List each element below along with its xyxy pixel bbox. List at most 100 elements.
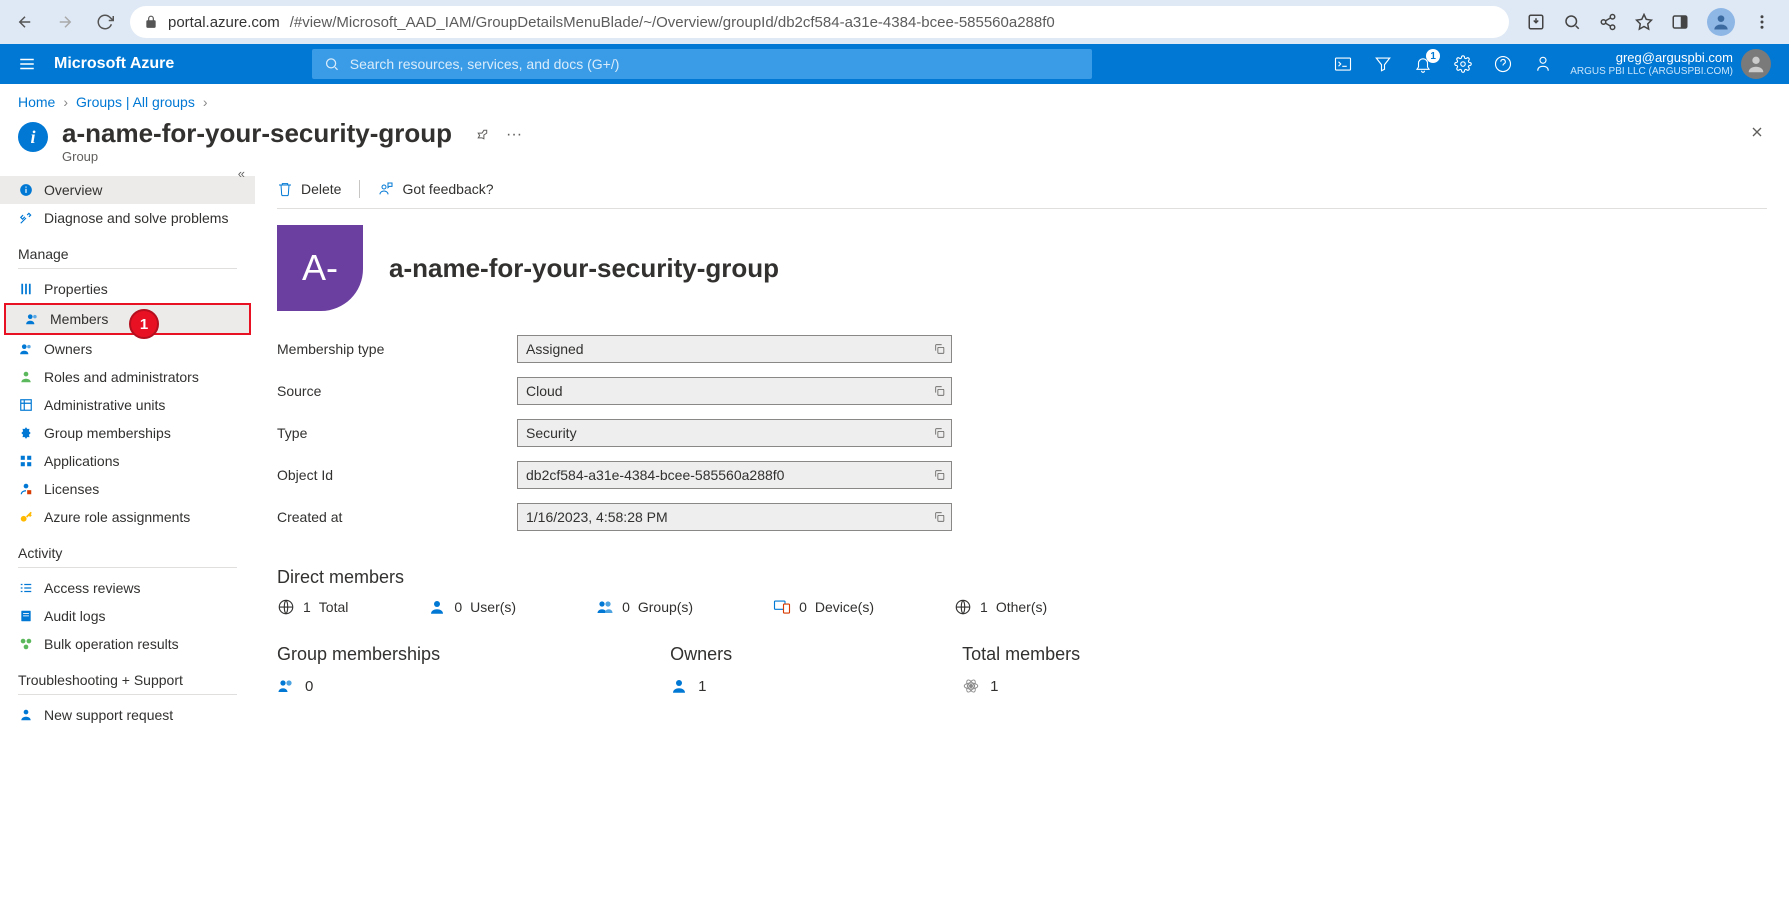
col-value-row[interactable]: 1 bbox=[670, 677, 732, 695]
col-value: 1 bbox=[698, 678, 706, 695]
stat-users[interactable]: 0 User(s) bbox=[428, 598, 516, 616]
breadcrumb-groups[interactable]: Groups | All groups bbox=[76, 94, 195, 110]
notification-badge: 1 bbox=[1426, 49, 1440, 63]
stat-count: 0 bbox=[622, 599, 630, 615]
sidebar-item-members[interactable]: Members bbox=[6, 305, 249, 333]
feedback-label: Got feedback? bbox=[402, 181, 493, 197]
close-blade-button[interactable] bbox=[1749, 124, 1765, 140]
azure-search[interactable] bbox=[312, 49, 1092, 79]
stat-devices[interactable]: 0 Device(s) bbox=[773, 598, 874, 616]
col-value: 0 bbox=[305, 678, 313, 695]
azure-account[interactable]: greg@arguspbi.com ARGUS PBI LLC (ARGUSPB… bbox=[1570, 49, 1771, 79]
copy-icon[interactable] bbox=[933, 343, 946, 356]
owners-icon bbox=[18, 342, 34, 356]
stat-count: 0 bbox=[454, 599, 462, 615]
col-value-row[interactable]: 0 bbox=[277, 677, 440, 695]
more-icon[interactable]: ··· bbox=[506, 126, 522, 144]
stat-label: Other(s) bbox=[996, 599, 1047, 615]
chevron-right-icon: › bbox=[203, 94, 208, 110]
breadcrumb-home[interactable]: Home bbox=[18, 94, 55, 110]
collapse-sidebar-icon[interactable]: « bbox=[238, 166, 245, 181]
zoom-icon[interactable] bbox=[1563, 13, 1581, 31]
lock-icon bbox=[144, 15, 158, 29]
filter-icon[interactable] bbox=[1374, 55, 1392, 73]
callout-badge: 1 bbox=[129, 309, 159, 339]
browser-back-button[interactable] bbox=[10, 7, 40, 37]
person-feedback-icon bbox=[378, 181, 394, 197]
sidebar-label: Overview bbox=[44, 182, 102, 198]
sidebar-item-access-reviews[interactable]: Access reviews bbox=[0, 574, 255, 602]
browser-profile-avatar[interactable] bbox=[1707, 8, 1735, 36]
sidebar-item-properties[interactable]: Properties bbox=[0, 275, 255, 303]
sidebar-item-azure-role[interactable]: Azure role assignments bbox=[0, 503, 255, 531]
col-value-row[interactable]: 1 bbox=[962, 677, 1080, 695]
panel-icon[interactable] bbox=[1671, 13, 1689, 31]
kebab-icon[interactable] bbox=[1753, 13, 1771, 31]
install-icon[interactable] bbox=[1527, 13, 1545, 31]
stat-groups[interactable]: 0 Group(s) bbox=[596, 598, 693, 616]
copy-icon[interactable] bbox=[933, 511, 946, 524]
feedback-icon[interactable] bbox=[1534, 55, 1552, 73]
sidebar-label: New support request bbox=[44, 707, 173, 723]
prop-label: Type bbox=[277, 425, 517, 441]
sidebar-item-diagnose[interactable]: Diagnose and solve problems bbox=[0, 204, 255, 232]
globe-icon bbox=[954, 598, 972, 616]
browser-forward-button[interactable] bbox=[50, 7, 80, 37]
settings-gear-icon[interactable] bbox=[1454, 55, 1472, 73]
search-icon bbox=[324, 56, 339, 72]
properties-list: Membership type Assigned Source Cloud Ty… bbox=[277, 335, 1789, 531]
star-icon[interactable] bbox=[1635, 13, 1653, 31]
sidebar-item-bulk[interactable]: Bulk operation results bbox=[0, 630, 255, 658]
stat-label: Group(s) bbox=[638, 599, 693, 615]
sidebar-label: Roles and administrators bbox=[44, 369, 199, 385]
sidebar-label: Azure role assignments bbox=[44, 509, 190, 525]
help-icon[interactable] bbox=[1494, 55, 1512, 73]
azure-search-input[interactable] bbox=[350, 56, 1081, 72]
sidebar-item-licenses[interactable]: Licenses bbox=[0, 475, 255, 503]
browser-url-bar[interactable]: portal.azure.com/#view/Microsoft_AAD_IAM… bbox=[130, 6, 1509, 38]
col-value: 1 bbox=[990, 678, 998, 695]
copy-icon[interactable] bbox=[933, 385, 946, 398]
azure-toolbar-icons: 1 bbox=[1334, 55, 1552, 73]
support-icon bbox=[18, 708, 34, 722]
share-icon[interactable] bbox=[1599, 13, 1617, 31]
delete-button[interactable]: Delete bbox=[277, 181, 341, 197]
pin-icon[interactable] bbox=[474, 127, 490, 143]
prop-value-source: Cloud bbox=[517, 377, 952, 405]
sidebar-item-group-memberships[interactable]: Group memberships bbox=[0, 419, 255, 447]
sidebar-label: Properties bbox=[44, 281, 108, 297]
group-icon bbox=[277, 677, 295, 695]
gear-icon bbox=[18, 426, 34, 440]
notification-bell-icon[interactable]: 1 bbox=[1414, 55, 1432, 73]
feedback-button[interactable]: Got feedback? bbox=[378, 181, 493, 197]
stat-others[interactable]: 1 Other(s) bbox=[954, 598, 1047, 616]
stat-total[interactable]: 1 Total bbox=[277, 598, 348, 616]
col-owners: Owners 1 bbox=[670, 644, 732, 695]
sidebar-item-support[interactable]: New support request bbox=[0, 701, 255, 729]
col-total-members: Total members 1 bbox=[962, 644, 1080, 695]
sidebar-item-owners[interactable]: Owners bbox=[0, 335, 255, 363]
azure-brand[interactable]: Microsoft Azure bbox=[54, 55, 174, 73]
sidebar-item-roles[interactable]: Roles and administrators bbox=[0, 363, 255, 391]
cloud-shell-icon[interactable] bbox=[1334, 55, 1352, 73]
browser-chrome: portal.azure.com/#view/Microsoft_AAD_IAM… bbox=[0, 0, 1789, 44]
delete-label: Delete bbox=[301, 181, 341, 197]
group-icon bbox=[596, 598, 614, 616]
page-title: a-name-for-your-security-group bbox=[62, 118, 452, 149]
prop-label: Object Id bbox=[277, 467, 517, 483]
copy-icon[interactable] bbox=[933, 427, 946, 440]
sidebar-item-applications[interactable]: Applications bbox=[0, 447, 255, 475]
device-icon bbox=[773, 598, 791, 616]
hamburger-icon[interactable] bbox=[18, 55, 36, 73]
browser-reload-button[interactable] bbox=[90, 7, 120, 37]
col-header: Group memberships bbox=[277, 644, 440, 665]
sidebar-item-audit-logs[interactable]: Audit logs bbox=[0, 602, 255, 630]
sidebar-section-activity: Activity bbox=[0, 531, 255, 565]
sidebar-item-overview[interactable]: Overview bbox=[0, 176, 255, 204]
sidebar-item-admin-units[interactable]: Administrative units bbox=[0, 391, 255, 419]
copy-icon[interactable] bbox=[933, 469, 946, 482]
summary-columns: Group memberships 0 Owners 1 Total membe… bbox=[277, 644, 1789, 695]
stat-count: 1 bbox=[980, 599, 988, 615]
sidebar-label: Licenses bbox=[44, 481, 99, 497]
prop-value-type: Security bbox=[517, 419, 952, 447]
